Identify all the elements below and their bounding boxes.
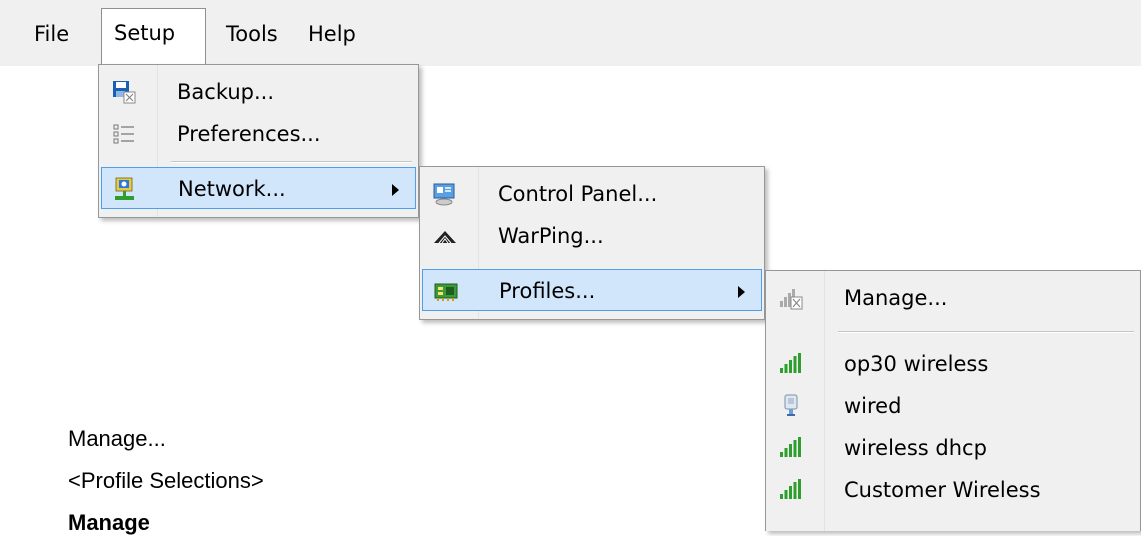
menu-item-label: Customer Wireless [844,478,1041,502]
menu-item-profile[interactable]: Customer Wireless [768,469,1138,511]
caption-manage: Manage... [68,426,166,451]
menu-item-label: Manage... [844,286,948,310]
signal-bars-icon [778,351,804,377]
menu-item-label: wireless dhcp [844,436,987,460]
caption-manage-heading: Manage [68,510,150,535]
backup-icon [111,79,137,105]
network-icon [112,176,138,202]
menu-item-manage[interactable]: Manage... [768,277,1138,319]
control-panel-icon [432,181,458,207]
manage-signal-icon [778,285,804,311]
menu-separator [171,161,412,163]
setup-menu: Backup... Preferences... Network... [98,64,419,218]
warping-icon [432,223,458,249]
menu-file[interactable]: File [22,14,81,54]
menu-item-profile[interactable]: op30 wireless [768,343,1138,385]
preferences-icon [111,121,137,147]
menu-item-label: Control Panel... [498,182,658,206]
menu-item-warping[interactable]: WarPing... [422,215,762,257]
profiles-menu: Manage... op30 wireless wired wireless d… [765,270,1141,531]
menu-setup[interactable]: Setup [101,8,206,66]
menu-item-label: op30 wireless [844,352,989,376]
menu-help[interactable]: Help [296,14,368,54]
menu-item-profile[interactable]: wired [768,385,1138,427]
signal-bars-icon [778,435,804,461]
menu-item-label: Network... [178,177,286,201]
menu-item-label: Preferences... [177,122,321,146]
menu-item-backup[interactable]: Backup... [101,71,416,113]
submenu-arrow-icon [738,286,745,298]
signal-bars-icon [778,477,804,503]
wired-plug-icon [778,393,804,419]
menu-item-label: Backup... [177,80,275,104]
submenu-arrow-icon [392,184,399,196]
menu-separator [838,331,1134,333]
menu-bar: File Setup Tools Help [0,0,1141,66]
caption-profile-selections: <Profile Selections> [68,468,264,493]
profiles-icon [433,278,459,304]
menu-tools[interactable]: Tools [214,14,290,54]
menu-item-profiles[interactable]: Profiles... [422,269,762,311]
menu-item-control-panel[interactable]: Control Panel... [422,173,762,215]
network-menu: Control Panel... WarPing... Profiles... [419,166,765,320]
menu-item-label: Profiles... [499,279,596,303]
menu-item-preferences[interactable]: Preferences... [101,113,416,155]
menu-item-label: wired [844,394,902,418]
menu-item-network[interactable]: Network... [101,167,416,209]
menu-item-label: WarPing... [498,224,604,248]
menu-item-profile[interactable]: wireless dhcp [768,427,1138,469]
